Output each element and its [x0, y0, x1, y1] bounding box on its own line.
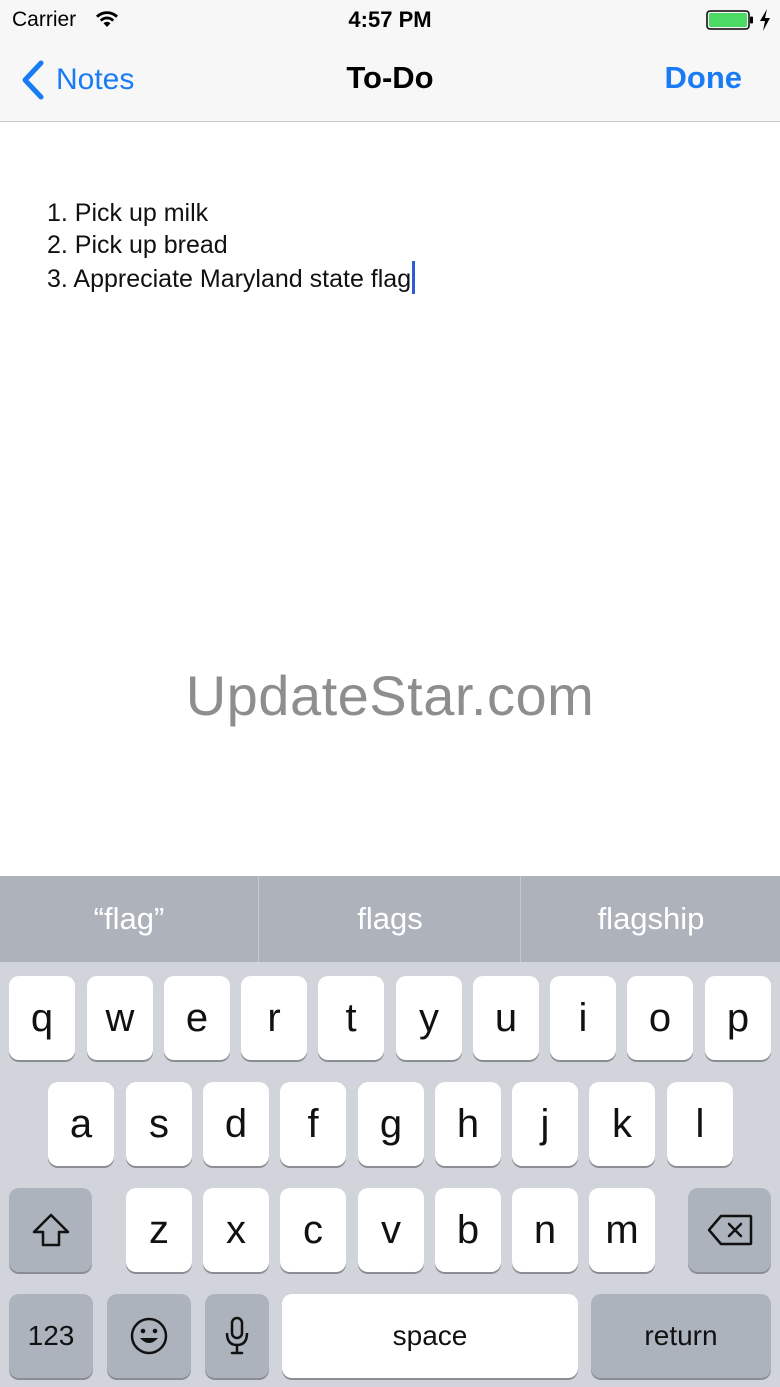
- status-bar: Carrier 4:57 PM: [0, 0, 780, 40]
- key-g[interactable]: g: [358, 1082, 424, 1166]
- key-v[interactable]: v: [358, 1188, 424, 1272]
- key-m[interactable]: m: [589, 1188, 655, 1272]
- suggestion-1[interactable]: “flag”: [0, 876, 258, 962]
- shift-icon: [32, 1213, 69, 1247]
- key-t[interactable]: t: [318, 976, 384, 1060]
- battery-icon: [706, 10, 753, 30]
- back-button[interactable]: Notes: [20, 58, 134, 102]
- key-o[interactable]: o: [627, 976, 693, 1060]
- key-f[interactable]: f: [280, 1082, 346, 1166]
- key-z[interactable]: z: [126, 1188, 192, 1272]
- key-x[interactable]: x: [203, 1188, 269, 1272]
- done-button[interactable]: Done: [665, 60, 743, 96]
- space-key-label: space: [392, 1320, 468, 1351]
- watermark: UpdateStar.com: [185, 664, 595, 727]
- key-c[interactable]: c: [280, 1188, 346, 1272]
- key-i[interactable]: i: [550, 976, 616, 1060]
- note-line: 2. Pick up bread: [47, 231, 228, 259]
- key-e[interactable]: e: [164, 976, 230, 1060]
- charging-bolt-icon: [760, 9, 770, 31]
- key-n[interactable]: n: [512, 1188, 578, 1272]
- key-y[interactable]: y: [396, 976, 462, 1060]
- key-p[interactable]: p: [705, 976, 771, 1060]
- backspace-icon: [707, 1214, 752, 1246]
- microphone-icon: [225, 1316, 249, 1355]
- key-r[interactable]: r: [241, 976, 307, 1060]
- chevron-left-icon: [22, 60, 44, 100]
- note-line: 1. Pick up milk: [47, 199, 209, 227]
- key-h[interactable]: h: [435, 1082, 501, 1166]
- key-a[interactable]: a: [48, 1082, 114, 1166]
- space-key[interactable]: space: [282, 1294, 578, 1378]
- key-w[interactable]: w: [87, 976, 153, 1060]
- key-k[interactable]: k: [589, 1082, 655, 1166]
- clock-time: 4:57 PM: [348, 7, 432, 32]
- text-cursor: [412, 261, 416, 294]
- return-key-label: return: [644, 1320, 718, 1351]
- dictation-key[interactable]: [205, 1294, 269, 1378]
- predictive-text-bar: “flag” flags flagship: [0, 876, 780, 962]
- key-s[interactable]: s: [126, 1082, 192, 1166]
- numbers-key-label: 123: [27, 1320, 75, 1351]
- key-b[interactable]: b: [435, 1188, 501, 1272]
- key-d[interactable]: d: [203, 1082, 269, 1166]
- navigation-bar: Notes To-Do Done: [0, 40, 780, 122]
- suggestion-divider: [520, 876, 521, 962]
- note-line: 3. Appreciate Maryland state flag: [47, 265, 412, 293]
- return-key[interactable]: return: [591, 1294, 771, 1378]
- back-button-label: Notes: [56, 63, 135, 96]
- note-text-area[interactable]: 1. Pick up milk 2. Pick up bread 3. Appr…: [0, 123, 780, 876]
- suggestion-2[interactable]: flags: [260, 876, 520, 962]
- suggestion-3[interactable]: flagship: [522, 876, 780, 962]
- key-u[interactable]: u: [473, 976, 539, 1060]
- numbers-key[interactable]: 123: [9, 1294, 93, 1378]
- key-l[interactable]: l: [667, 1082, 733, 1166]
- key-j[interactable]: j: [512, 1082, 578, 1166]
- suggestion-divider: [258, 876, 259, 962]
- emoji-icon: [130, 1317, 168, 1355]
- note-content[interactable]: 1. Pick up milk 2. Pick up bread 3. Appr…: [47, 197, 416, 295]
- keyboard: q w e r t y u i o p a s d f g h j k l z …: [0, 962, 780, 1387]
- emoji-key[interactable]: [107, 1294, 191, 1378]
- shift-key[interactable]: [9, 1188, 92, 1272]
- backspace-key[interactable]: [688, 1188, 771, 1272]
- key-q[interactable]: q: [9, 976, 75, 1060]
- note-line-with-cursor: 3. Appreciate Maryland state flag: [47, 261, 416, 295]
